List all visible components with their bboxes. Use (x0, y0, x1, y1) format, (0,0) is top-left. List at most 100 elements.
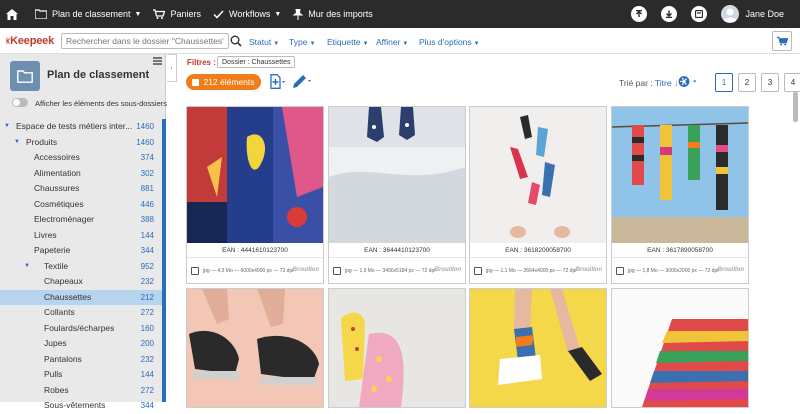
media-thumbnail[interactable] (470, 107, 606, 243)
chevron-down-icon: ▼ (362, 41, 369, 47)
home-icon (6, 8, 18, 20)
chevron-down-icon[interactable]: ▼ (4, 119, 10, 135)
baskets-menu[interactable]: Paniers (147, 0, 207, 28)
folder-tree-item[interactable]: Electroménager 388 (0, 212, 162, 228)
folder-tree-item-label: Espace de tests métiers inter... (16, 121, 133, 131)
avatar[interactable] (721, 5, 740, 23)
folder-tree-item[interactable]: Jupes 200 (0, 336, 162, 352)
media-thumbnail[interactable] (329, 107, 465, 243)
folder-tree-item[interactable]: Pantalons 232 (0, 352, 162, 368)
page-2-button[interactable]: 2 (738, 73, 756, 92)
media-card[interactable] (328, 288, 466, 408)
elements-count-badge[interactable]: 212 éléments (186, 74, 261, 90)
media-thumbnail[interactable] (612, 107, 748, 243)
folder-tree-item[interactable]: ▼ Produits 1460 (0, 135, 162, 151)
archive-button[interactable] (691, 6, 708, 22)
chevron-down-icon: ▼ (309, 41, 316, 47)
media-card[interactable]: EAN : 3617890058700 jpg — 1,8 Mo — 3000x… (611, 106, 749, 284)
folder-tree-item[interactable]: Papeterie 344 (0, 243, 162, 259)
sort-control[interactable]: Trié par : Titre ↓ (619, 78, 678, 88)
home-button[interactable] (0, 0, 29, 28)
folder-tree-item[interactable]: Chaussettes 212 (0, 289, 162, 305)
chevron-down-icon: ▼ (274, 10, 282, 18)
page-1-button[interactable]: 1 (715, 73, 733, 92)
folder-tree-item-label: Cosmétiques (34, 198, 84, 209)
pencil-icon (293, 75, 311, 88)
upload-button[interactable] (631, 6, 648, 22)
search-input[interactable] (61, 33, 229, 49)
folder-tree-item[interactable]: Robes 272 (0, 383, 162, 399)
folder-tree-item-label: Pantalons (44, 353, 82, 364)
folder-tree-item-count: 160 (140, 323, 154, 333)
status-filter[interactable]: Statut ▼ (249, 37, 279, 47)
folder-tree-item-label: Electroménager (34, 214, 95, 224)
folder-tree-item[interactable]: Chapeaux 232 (0, 274, 162, 290)
folder-tree-item[interactable]: Accessoires 374 (0, 150, 162, 166)
chevron-down-icon[interactable]: ▼ (14, 135, 20, 151)
media-card[interactable]: EAN : 3644410123700 jpg — 1,9 Mo — 3456x… (328, 106, 466, 284)
folder-tree-item[interactable]: Sous-vêtements 344 (0, 398, 162, 414)
chevron-down-icon[interactable]: ▼ (24, 259, 30, 275)
media-thumbnail[interactable] (187, 289, 323, 407)
media-card[interactable] (469, 288, 607, 408)
edit-button[interactable] (292, 74, 312, 89)
page-3-button[interactable]: 3 (761, 73, 779, 92)
media-card[interactable] (186, 288, 324, 408)
type-filter[interactable]: Type ▼ (289, 37, 315, 47)
cart-button[interactable] (772, 31, 792, 51)
media-card[interactable] (611, 288, 749, 408)
media-thumbnail[interactable] (187, 107, 323, 243)
collapse-sidebar-button[interactable]: ‹ (167, 54, 177, 82)
folder-tree-item[interactable]: Livres 144 (0, 228, 162, 244)
media-thumbnail[interactable] (612, 289, 748, 407)
display-settings-button[interactable] (677, 74, 699, 91)
classification-plan-menu[interactable]: Plan de classement ▼ (29, 0, 147, 28)
media-card[interactable]: EAN : 4441610123700 jpg — 4,3 Mo — 6000x… (186, 106, 324, 284)
subfolders-toggle[interactable] (12, 98, 28, 107)
media-ean: EAN : 3644410123700 (329, 244, 465, 258)
folder-tree-item[interactable]: ▼ Textile 952 (0, 259, 162, 275)
media-thumbnail[interactable] (470, 289, 606, 407)
user-name[interactable]: Jane Doe (745, 9, 784, 19)
sort-label: Trié par : (619, 78, 653, 88)
download-button[interactable] (661, 6, 678, 22)
classification-plan-label: Plan de classement (52, 9, 131, 19)
media-meta: jpg — 1,9 Mo — 3456x5184 px — 72 dpi Bro… (329, 265, 465, 279)
select-all-icon (192, 78, 200, 86)
folder-tree-item[interactable]: Cosmétiques 446 (0, 197, 162, 213)
page-4-button[interactable]: 4 (784, 73, 800, 92)
image-type-icon (191, 267, 199, 275)
add-file-icon (270, 74, 285, 89)
folder-tree-item-label: Papeterie (34, 245, 71, 255)
folder-tree-item[interactable]: Collants 272 (0, 305, 162, 321)
hamburger-menu-button[interactable] (153, 57, 162, 67)
folder-tree-item[interactable]: Pulls 144 (0, 367, 162, 383)
chevron-down-icon: ▼ (473, 41, 480, 47)
folder-tree-item-label: Robes (44, 384, 69, 395)
media-meta: jpg — 4,3 Mo — 6000x4000 px — 72 dpi Bro… (187, 265, 323, 279)
folder-tree-item[interactable]: Chaussures 881 (0, 181, 162, 197)
folder-tree-item[interactable]: Alimentation 302 (0, 166, 162, 182)
media-thumbnail[interactable] (329, 289, 465, 407)
imports-wall-menu[interactable]: Mur des imports (287, 0, 379, 28)
logo-text: Keepeek (10, 35, 54, 47)
folder-tree-item[interactable]: ▼ Espace de tests métiers inter... 1460 (0, 119, 162, 135)
media-card[interactable]: EAN : 3618200058700 jpg — 1,1 Mo — 2664x… (469, 106, 607, 284)
folder-tree-item-count: 200 (140, 339, 154, 348)
workflows-menu[interactable]: Workflows ▼ (207, 0, 287, 28)
folder-tree-item[interactable]: Foulards/écharpes 160 (0, 321, 162, 337)
tag-filter[interactable]: Etiquette ▼ (327, 37, 369, 47)
folder-filter-chip[interactable]: Dossier : Chaussettes (217, 56, 296, 68)
add-button[interactable] (269, 74, 285, 89)
main-scrollbar[interactable] (793, 92, 798, 122)
download-icon (666, 10, 673, 18)
folder-tree-item-label: Livres (34, 229, 57, 240)
refine-filter[interactable]: Affiner ▼ (376, 37, 408, 47)
chevron-down-icon: ▼ (402, 41, 409, 47)
folder-tree-item-label: Foulards/écharpes (44, 322, 115, 333)
keepeek-logo[interactable]: Keepeek (6, 32, 54, 50)
more-options-filter[interactable]: Plus d'options ▼ (419, 37, 480, 47)
search-button[interactable] (228, 32, 244, 50)
sidebar-scrollbar[interactable] (162, 119, 166, 402)
imports-wall-label: Mur des imports (308, 9, 373, 19)
